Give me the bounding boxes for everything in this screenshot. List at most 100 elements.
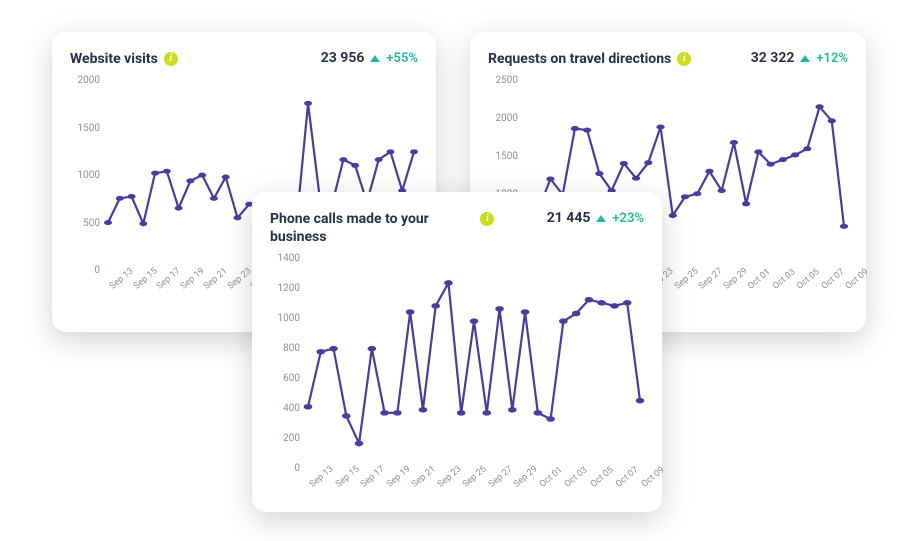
y-tick: 200 (270, 434, 304, 444)
metric-wrap: 21 445 +23% (547, 210, 644, 226)
trend-up-icon (370, 55, 380, 62)
series-dot (815, 104, 823, 109)
chart-area: 1400120010008006004002000 Sep 13Sep 15Se… (270, 254, 644, 500)
y-tick: 2000 (488, 114, 522, 124)
series-dot (368, 346, 377, 352)
series-dot (644, 160, 652, 165)
x-tick: Oct 09 (844, 267, 871, 292)
info-icon[interactable]: i (480, 212, 494, 226)
series-dot (521, 310, 530, 316)
series-dot (116, 196, 124, 201)
series-dot (186, 179, 194, 184)
y-tick: 0 (270, 464, 304, 474)
y-tick: 1400 (270, 254, 304, 264)
series-dot (754, 150, 762, 155)
series-dot (559, 319, 568, 325)
series-dot (329, 346, 338, 352)
series-dot (104, 220, 112, 225)
y-tick: 1500 (488, 152, 522, 162)
series-dot (175, 206, 183, 211)
series-dot (597, 300, 606, 306)
title-wrap: Requests on travel directions i (488, 50, 691, 68)
series-dot (828, 118, 836, 123)
x-axis: Sep 13Sep 15Sep 17Sep 19Sep 21Sep 23Sep … (308, 476, 640, 500)
y-tick: 600 (270, 374, 304, 384)
series-dot (470, 319, 479, 325)
y-tick: 1200 (270, 284, 304, 294)
info-icon[interactable]: i (164, 52, 178, 66)
series-dot (632, 176, 640, 181)
series-dot (482, 410, 491, 416)
series-dot (583, 128, 591, 133)
series-dot (198, 173, 206, 178)
series-dot (681, 195, 689, 200)
series-dot (779, 157, 787, 162)
series-dot (742, 201, 750, 206)
series-dot (571, 126, 579, 131)
series-dot (355, 441, 364, 447)
metric-value: 32 322 (751, 50, 795, 66)
series-dot (431, 303, 440, 309)
metric-delta: +12% (816, 51, 848, 66)
series-dot (718, 188, 726, 193)
y-tick: 800 (270, 344, 304, 354)
series-dot (406, 310, 415, 316)
series-dot (151, 171, 159, 176)
series-dot (410, 150, 418, 155)
series-dot (656, 125, 664, 130)
series-dot (840, 224, 848, 229)
series-dot (210, 196, 218, 201)
series-dot (419, 407, 428, 413)
metric-value: 21 445 (547, 210, 591, 226)
y-tick: 400 (270, 404, 304, 414)
series-dot (705, 169, 713, 174)
y-tick: 0 (70, 266, 104, 276)
series-dot (572, 311, 581, 317)
series-dot (791, 153, 799, 158)
series-dot (693, 191, 701, 196)
title-wrap: Website visits i (70, 50, 178, 68)
card-title: Website visits (70, 50, 158, 68)
series-dot (128, 194, 136, 199)
series-dot (222, 175, 230, 180)
series-dot (636, 398, 645, 404)
trend-up-icon (800, 55, 810, 62)
series-dot (139, 221, 147, 226)
card-header: Phone calls made to your business i 21 4… (270, 210, 644, 246)
series-dot (339, 157, 347, 162)
card-title: Requests on travel directions (488, 50, 671, 68)
card-phone-calls: Phone calls made to your business i 21 4… (252, 192, 662, 512)
series-dot (304, 101, 312, 106)
y-axis: 2000150010005000 (70, 76, 104, 276)
metric-wrap: 23 956 +55% (321, 50, 418, 66)
series-dot (163, 169, 171, 174)
series-dot (393, 410, 402, 416)
series-dot (386, 150, 394, 155)
info-icon[interactable]: i (677, 52, 691, 66)
series-dot (304, 404, 313, 410)
series-dot (375, 157, 383, 162)
series-dot (595, 171, 603, 176)
y-tick: 1000 (70, 171, 104, 181)
series-dot (585, 297, 594, 303)
series-dot (669, 213, 677, 218)
series-dot (342, 414, 351, 420)
series-dot (380, 410, 389, 416)
series-dot (508, 407, 517, 413)
y-tick: 500 (70, 219, 104, 229)
series-dot (610, 303, 619, 309)
y-axis: 1400120010008006004002000 (270, 254, 304, 474)
trend-up-icon (596, 215, 606, 222)
series-dot (316, 349, 325, 355)
series-dot (444, 281, 453, 287)
card-header: Requests on travel directions i 32 322 +… (488, 50, 848, 68)
x-tick: Oct 09 (640, 466, 667, 491)
series-line (308, 283, 640, 444)
metric-value: 23 956 (321, 50, 365, 66)
series-dot (766, 162, 774, 167)
y-tick: 2500 (488, 76, 522, 86)
series-dot (351, 163, 359, 168)
series-dot (457, 410, 466, 416)
y-tick: 1500 (70, 124, 104, 134)
series-dot (620, 161, 628, 166)
